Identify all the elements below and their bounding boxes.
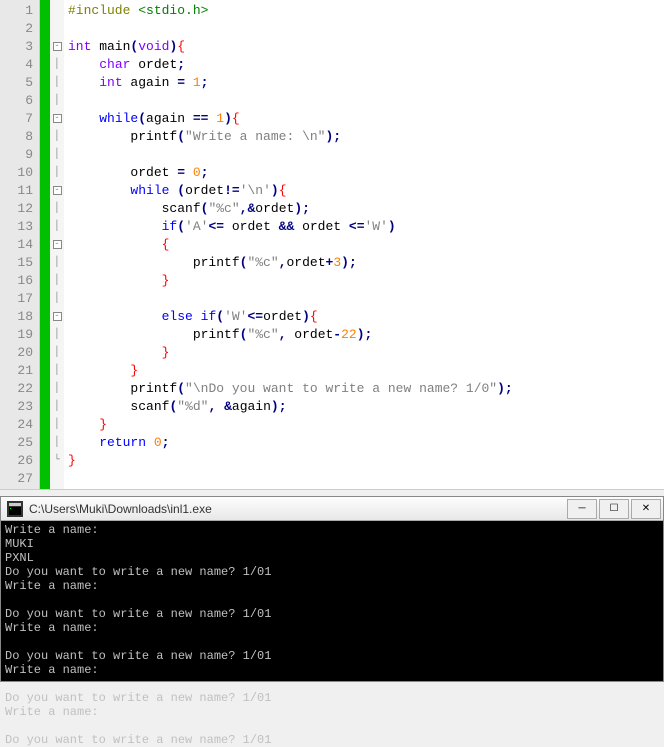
console-output[interactable]: Write a name: MUKI PXNL Do you want to w… <box>1 521 663 681</box>
line-number: 16 <box>0 272 39 290</box>
line-number: 15 <box>0 254 39 272</box>
line-number: 13 <box>0 218 39 236</box>
line-number: 19 <box>0 326 39 344</box>
line-number: 5 <box>0 74 39 92</box>
line-number: 8 <box>0 128 39 146</box>
line-number: 2 <box>0 20 39 38</box>
line-number: 1 <box>0 2 39 20</box>
console-titlebar[interactable]: C:\Users\Muki\Downloads\inl1.exe ─ ☐ ✕ <box>1 497 663 521</box>
fold-toggle[interactable]: - <box>50 38 64 56</box>
console-window: C:\Users\Muki\Downloads\inl1.exe ─ ☐ ✕ W… <box>0 496 664 682</box>
fold-toggle[interactable]: - <box>50 308 64 326</box>
fold-gutter: - │││ - │││ - ││ - │││ - │││ │││ │└ <box>50 0 64 489</box>
line-number: 27 <box>0 470 39 488</box>
code-editor: 1 2 3 4 5 6 7 8 9 10 11 12 13 14 15 16 1… <box>0 0 664 490</box>
maximize-button[interactable]: ☐ <box>599 499 629 519</box>
line-number: 18 <box>0 308 39 326</box>
line-number: 10 <box>0 164 39 182</box>
line-number: 3 <box>0 38 39 56</box>
fold-toggle[interactable]: - <box>50 182 64 200</box>
line-number-gutter: 1 2 3 4 5 6 7 8 9 10 11 12 13 14 15 16 1… <box>0 0 40 489</box>
line-number: 11 <box>0 182 39 200</box>
console-title: C:\Users\Muki\Downloads\inl1.exe <box>29 502 567 516</box>
line-number: 12 <box>0 200 39 218</box>
change-margin <box>40 0 50 489</box>
line-number: 14 <box>0 236 39 254</box>
line-number: 4 <box>0 56 39 74</box>
line-number: 9 <box>0 146 39 164</box>
fold-toggle[interactable]: - <box>50 110 64 128</box>
line-number: 26 <box>0 452 39 470</box>
code-text-area[interactable]: #include <stdio.h> int main(void){ char … <box>64 0 664 489</box>
fold-toggle[interactable]: - <box>50 236 64 254</box>
window-controls: ─ ☐ ✕ <box>567 499 663 519</box>
line-number: 22 <box>0 380 39 398</box>
line-number: 7 <box>0 110 39 128</box>
line-number: 24 <box>0 416 39 434</box>
minimize-button[interactable]: ─ <box>567 499 597 519</box>
line-number: 17 <box>0 290 39 308</box>
line-number: 23 <box>0 398 39 416</box>
line-number: 6 <box>0 92 39 110</box>
line-number: 25 <box>0 434 39 452</box>
app-icon <box>7 501 23 517</box>
close-button[interactable]: ✕ <box>631 499 661 519</box>
line-number: 21 <box>0 362 39 380</box>
line-number: 20 <box>0 344 39 362</box>
